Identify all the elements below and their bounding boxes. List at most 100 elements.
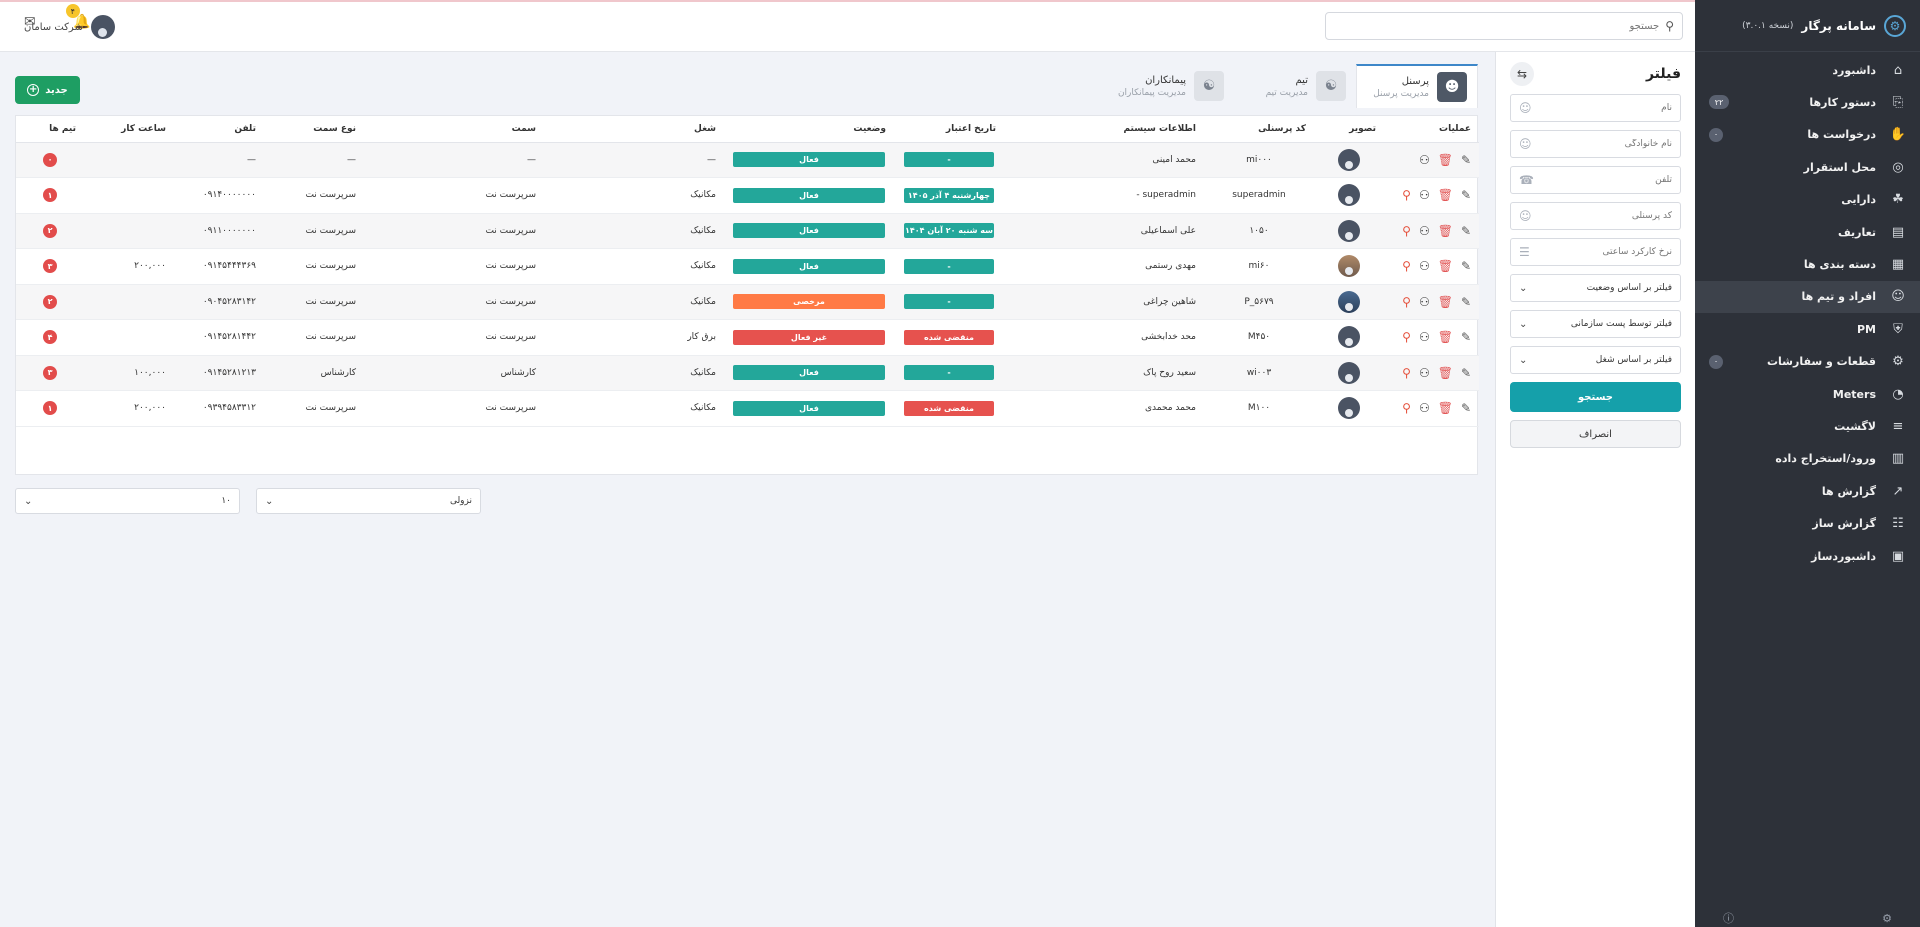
sidebar-item-label: ورود/استخراج داده bbox=[1775, 452, 1876, 466]
trash-icon[interactable]: 🗑 bbox=[1438, 366, 1453, 380]
table-row[interactable]: ✎ 🗑 ⚇ ⚲ ۱۰۵۰ علی اسماعیلی سه شنبه ۲۰ آبا… bbox=[16, 213, 1479, 249]
key-icon[interactable]: ⚲ bbox=[1402, 259, 1411, 273]
last-name-field[interactable]: ☺ bbox=[1510, 130, 1681, 158]
trash-icon[interactable]: 🗑 bbox=[1438, 259, 1453, 273]
swap-icon[interactable]: ⇆ bbox=[1510, 62, 1534, 86]
first-name-input[interactable] bbox=[1537, 103, 1672, 113]
col-header[interactable]: نوع سمت bbox=[264, 116, 364, 143]
sidebar-item[interactable]: ☺ افراد و تیم ها bbox=[1695, 280, 1920, 314]
trash-icon[interactable]: 🗑 bbox=[1438, 224, 1453, 238]
first-name-field[interactable]: ☺ bbox=[1510, 94, 1681, 122]
trash-icon[interactable]: 🗑 bbox=[1438, 153, 1453, 167]
tab-team[interactable]: ☯ تیم مدیریت تیم bbox=[1234, 64, 1356, 108]
key-icon[interactable]: ⚲ bbox=[1402, 224, 1411, 238]
sidebar-item[interactable]: ◔ Meters bbox=[1695, 378, 1920, 410]
validity-date-cell: منقضی شده bbox=[894, 319, 1004, 356]
key-icon[interactable]: ⚲ bbox=[1402, 330, 1411, 344]
col-header[interactable]: کد پرسنلی bbox=[1204, 116, 1314, 143]
personnel-code-input[interactable] bbox=[1537, 211, 1672, 221]
hourly-rate-input[interactable] bbox=[1535, 247, 1672, 257]
edit-pencil-icon[interactable]: ✎ bbox=[1461, 188, 1471, 202]
edit-pencil-icon[interactable]: ✎ bbox=[1461, 295, 1471, 309]
trash-icon[interactable]: 🗑 bbox=[1438, 295, 1453, 309]
sidebar-item[interactable]: ✋ درخواست ها ۰ bbox=[1695, 119, 1920, 151]
user-check-icon[interactable]: ⚇ bbox=[1419, 224, 1430, 238]
filter-search-button[interactable]: جستجو bbox=[1510, 382, 1681, 412]
table-row[interactable]: ✎ 🗑 ⚇ mi۰۰۰ محمد امینی - فعال — — — — ۰ bbox=[16, 142, 1479, 178]
user-check-icon[interactable]: ⚇ bbox=[1419, 295, 1430, 309]
sidebar-item[interactable]: ▤ تعاریف bbox=[1695, 216, 1920, 248]
col-header[interactable]: ساعت کار bbox=[84, 116, 174, 143]
user-check-icon[interactable]: ⚇ bbox=[1419, 366, 1430, 380]
key-icon[interactable]: ⚲ bbox=[1402, 401, 1411, 415]
user-check-icon[interactable]: ⚇ bbox=[1419, 401, 1430, 415]
table-row[interactable]: ✎ 🗑 ⚇ ⚲ M۱۰۰ محمد محمدی منقضی شده فعال م… bbox=[16, 390, 1479, 427]
trash-icon[interactable]: 🗑 bbox=[1438, 401, 1453, 415]
org-position-filter-select[interactable]: فیلتر توسط پست سازمانی ⌄ bbox=[1510, 310, 1681, 338]
key-icon[interactable]: ⚲ bbox=[1402, 295, 1411, 309]
col-header[interactable]: تلفن bbox=[174, 116, 264, 143]
phone-input[interactable] bbox=[1539, 175, 1672, 185]
sidebar-item[interactable]: ≡ لاگشیت bbox=[1695, 410, 1920, 442]
hourly-rate-field[interactable]: ☰ bbox=[1510, 238, 1681, 266]
trash-icon[interactable]: 🗑 bbox=[1438, 330, 1453, 344]
new-button[interactable]: + جدید bbox=[15, 76, 80, 104]
edit-pencil-icon[interactable]: ✎ bbox=[1461, 153, 1471, 167]
sidebar-item[interactable]: ◎ محل استقرار bbox=[1695, 151, 1920, 183]
personnel-code-field[interactable]: ☺ bbox=[1510, 202, 1681, 230]
edit-pencil-icon[interactable]: ✎ bbox=[1461, 224, 1471, 238]
col-header[interactable]: تیم ها bbox=[16, 116, 84, 143]
key-icon[interactable]: ⚲ bbox=[1402, 366, 1411, 380]
sort-order-select[interactable]: ⌄ نزولی bbox=[256, 488, 481, 514]
shield-icon: ⛨ bbox=[1893, 321, 1903, 337]
edit-pencil-icon[interactable]: ✎ bbox=[1461, 366, 1471, 380]
sidebar-item[interactable]: ▦ دسته بندی ها bbox=[1695, 248, 1920, 280]
col-header[interactable]: شغل bbox=[544, 116, 724, 143]
settings-gear-icon[interactable]: ⚙ bbox=[1882, 912, 1892, 925]
tab-contractors[interactable]: ☯ پیمانکاران مدیریت پیمانکاران bbox=[1084, 64, 1234, 108]
validity-date-badge: - bbox=[904, 152, 994, 168]
sidebar-item[interactable]: ▥ ورود/استخراج داده bbox=[1695, 443, 1920, 475]
edit-pencil-icon[interactable]: ✎ bbox=[1461, 259, 1471, 273]
col-header[interactable]: عملیات bbox=[1384, 116, 1479, 143]
sidebar-item[interactable]: ⛨ PM bbox=[1695, 313, 1920, 345]
edit-pencil-icon[interactable]: ✎ bbox=[1461, 330, 1471, 344]
edit-pencil-icon[interactable]: ✎ bbox=[1461, 401, 1471, 415]
table-row[interactable]: ✎ 🗑 ⚇ ⚲ P_۵۶۷۹ شاهین چراغی - مرخصی مکانی… bbox=[16, 284, 1479, 320]
col-header[interactable]: اطلاعات سیستم bbox=[1004, 116, 1204, 143]
table-row[interactable]: ✎ 🗑 ⚇ ⚲ mi۶۰ مهدی رستمی - فعال مکانیک سر… bbox=[16, 248, 1479, 285]
user-check-icon[interactable]: ⚇ bbox=[1419, 330, 1430, 344]
phone-field[interactable]: ☎ bbox=[1510, 166, 1681, 194]
user-check-icon[interactable]: ⚇ bbox=[1419, 153, 1430, 167]
key-icon[interactable]: ⚲ bbox=[1402, 188, 1411, 202]
sidebar-item[interactable]: ⎘ دستور کارها ۲۲ bbox=[1695, 86, 1920, 118]
tab-personnel[interactable]: ☻ پرسنل مدیریت پرسنل bbox=[1356, 64, 1478, 108]
user-check-icon[interactable]: ⚇ bbox=[1419, 259, 1430, 273]
search-input[interactable] bbox=[1334, 20, 1660, 32]
col-header[interactable]: تاریخ اعتبار bbox=[894, 116, 1004, 143]
sidebar-item[interactable]: ↗ گزارش ها bbox=[1695, 475, 1920, 507]
table-row[interactable]: ✎ 🗑 ⚇ ⚲ M۴۵۰ محد خدابخشی منقضی شده غیر ف… bbox=[16, 319, 1479, 356]
sidebar-item-label: دارایی bbox=[1841, 193, 1876, 207]
table-row[interactable]: ✎ 🗑 ⚇ ⚲ superadmin superadmin - چهارشنبه… bbox=[16, 177, 1479, 214]
global-search[interactable]: ⚲ bbox=[1325, 12, 1683, 40]
sidebar-item[interactable]: ☘ دارایی bbox=[1695, 184, 1920, 216]
table-row[interactable]: ✎ 🗑 ⚇ ⚲ wi۰۰۳ سعید روح پاک - فعال مکانیک… bbox=[16, 355, 1479, 391]
page-size-select[interactable]: ⌄ ۱۰ bbox=[15, 488, 240, 514]
status-filter-select[interactable]: فیلتر بر اساس وضعیت ⌄ bbox=[1510, 274, 1681, 302]
user-check-icon[interactable]: ⚇ bbox=[1419, 188, 1430, 202]
job-filter-select[interactable]: فیلتر بر اساس شغل ⌄ bbox=[1510, 346, 1681, 374]
trash-icon[interactable]: 🗑 bbox=[1438, 188, 1453, 202]
last-name-input[interactable] bbox=[1537, 139, 1672, 149]
col-header[interactable]: سمت bbox=[364, 116, 544, 143]
col-header[interactable]: وضعیت bbox=[724, 116, 894, 143]
sidebar-item[interactable]: ⌂ داشبورد bbox=[1695, 54, 1920, 86]
user-menu[interactable]: شرکت سامان bbox=[24, 15, 115, 39]
sidebar-item[interactable]: ⚙ قطعات و سفارشات ۰ bbox=[1695, 346, 1920, 378]
tab-title: پرسنل bbox=[1401, 75, 1429, 87]
sidebar-item[interactable]: ☷ گزارش ساز bbox=[1695, 507, 1920, 539]
filter-cancel-button[interactable]: انصراف bbox=[1510, 420, 1681, 448]
col-header[interactable]: تصویر bbox=[1314, 116, 1384, 143]
help-icon[interactable]: ⓘ bbox=[1723, 910, 1734, 926]
sidebar-item[interactable]: ▣ داشبوردساز bbox=[1695, 540, 1920, 572]
